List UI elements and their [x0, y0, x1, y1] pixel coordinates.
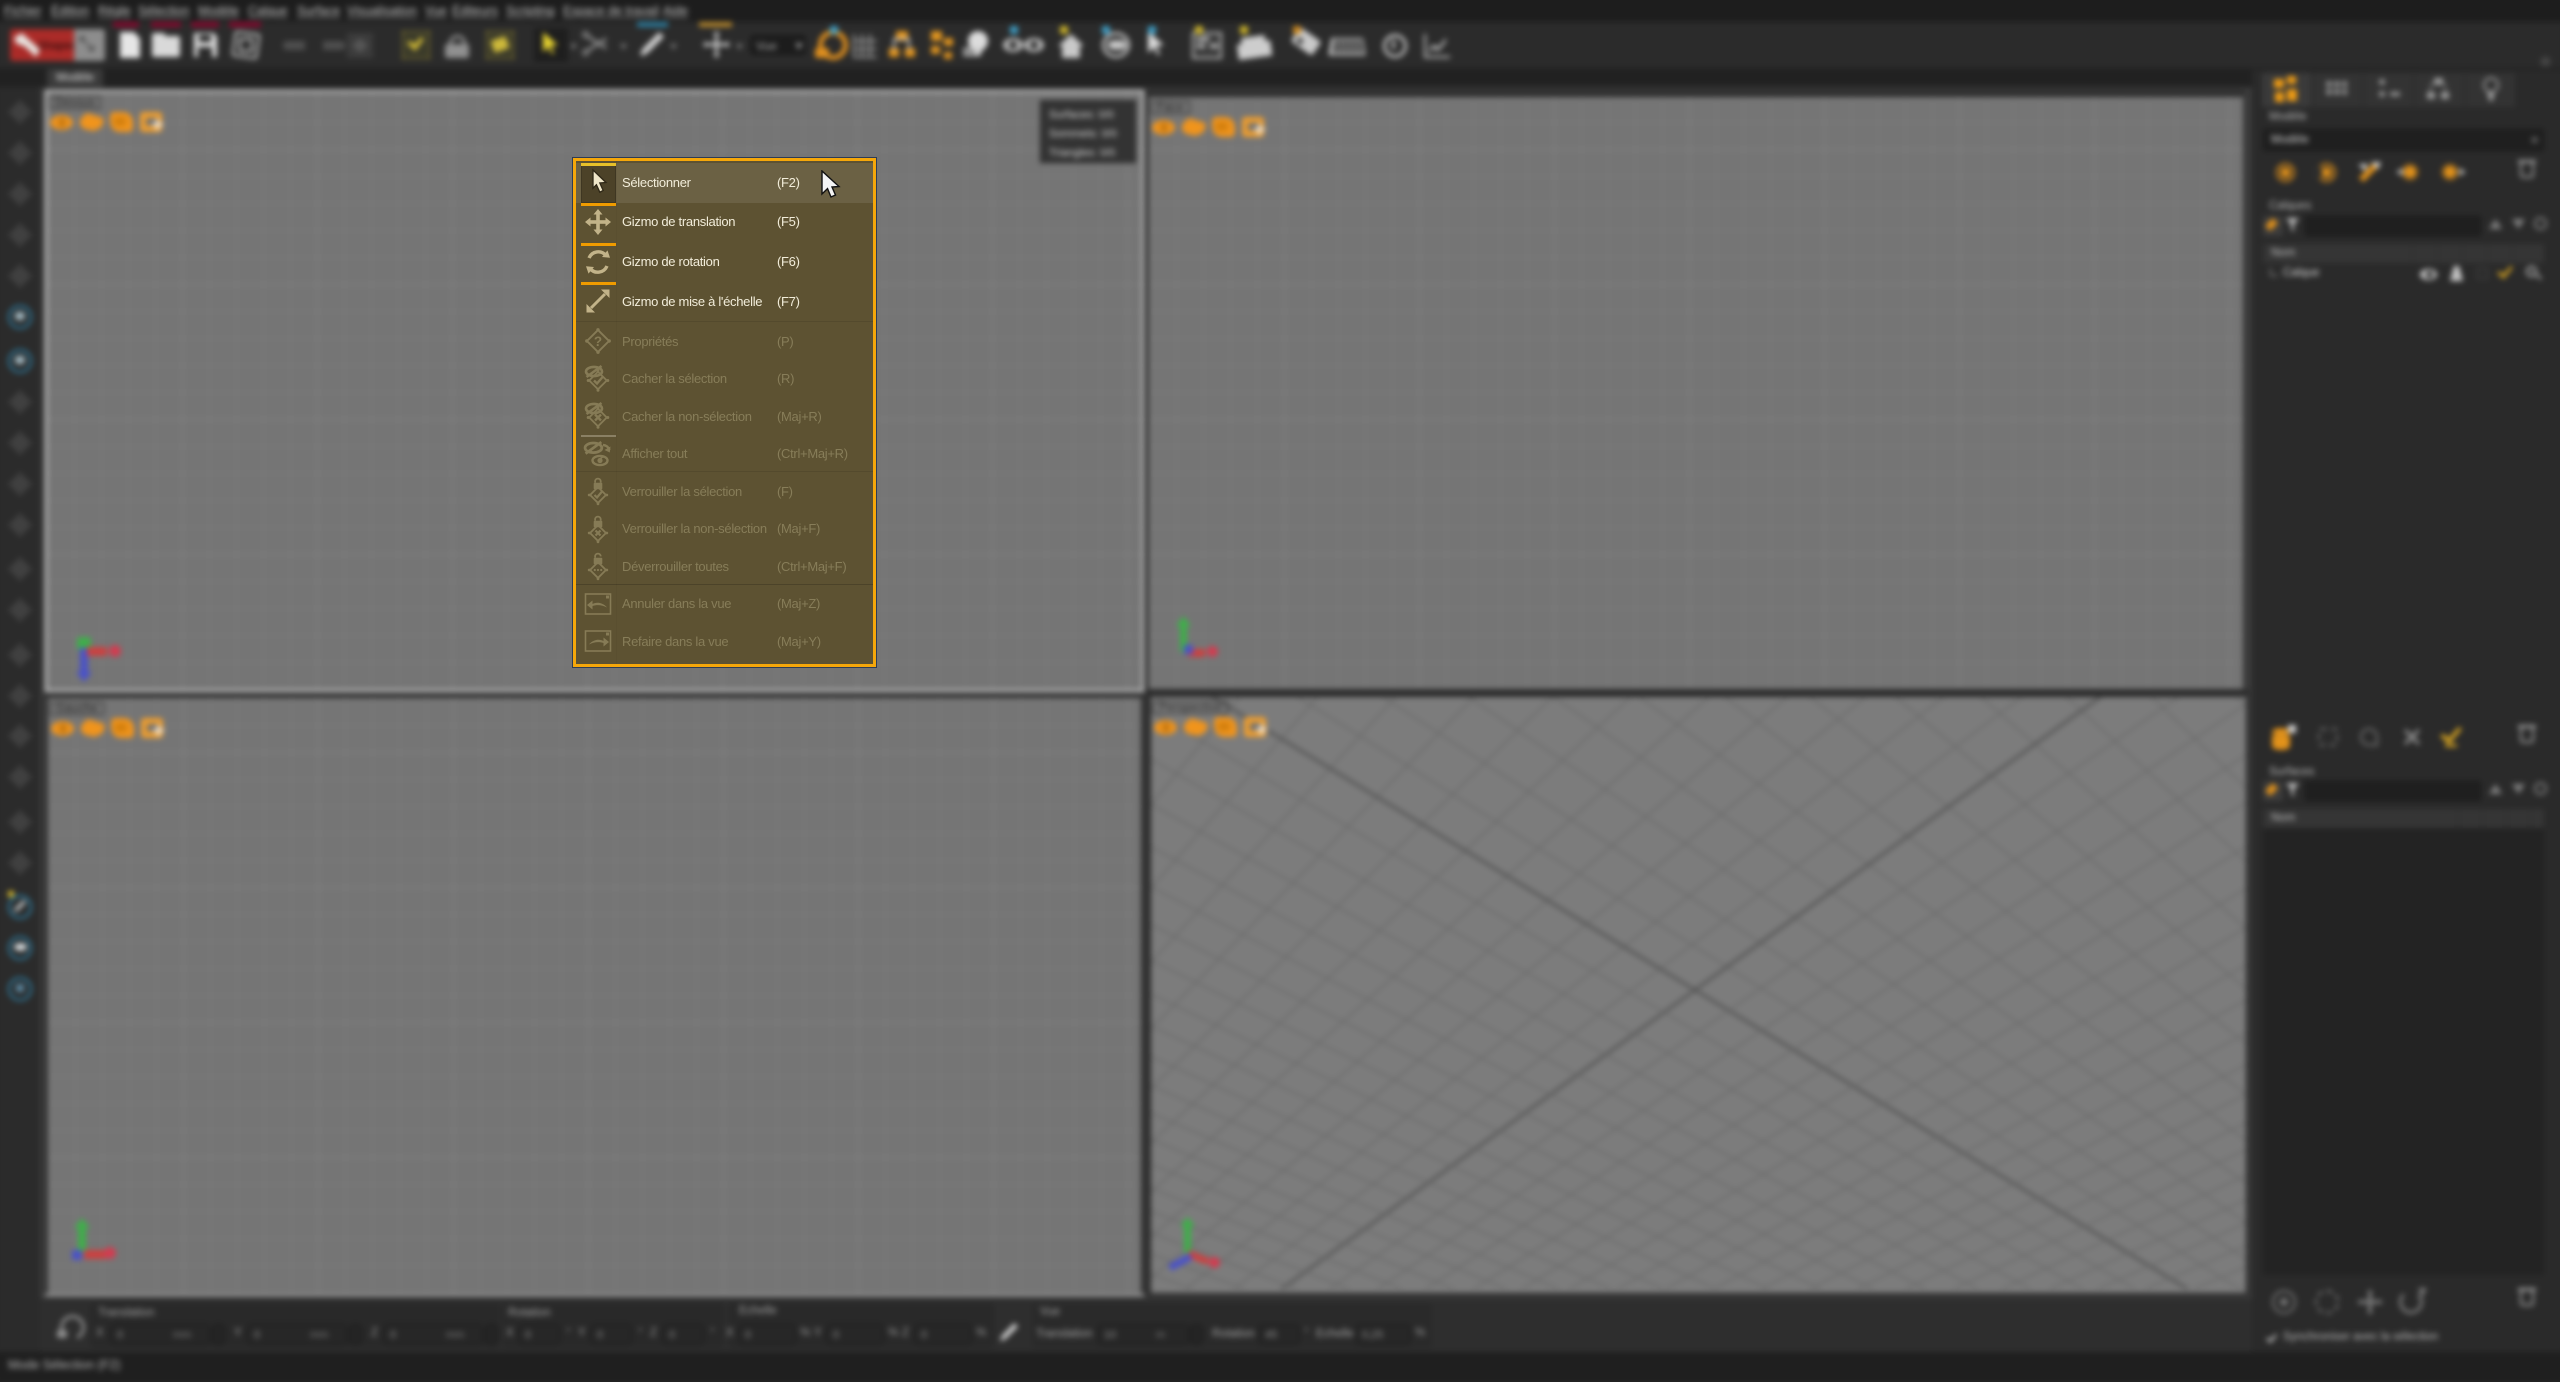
svg-text:?: ?: [594, 334, 602, 349]
